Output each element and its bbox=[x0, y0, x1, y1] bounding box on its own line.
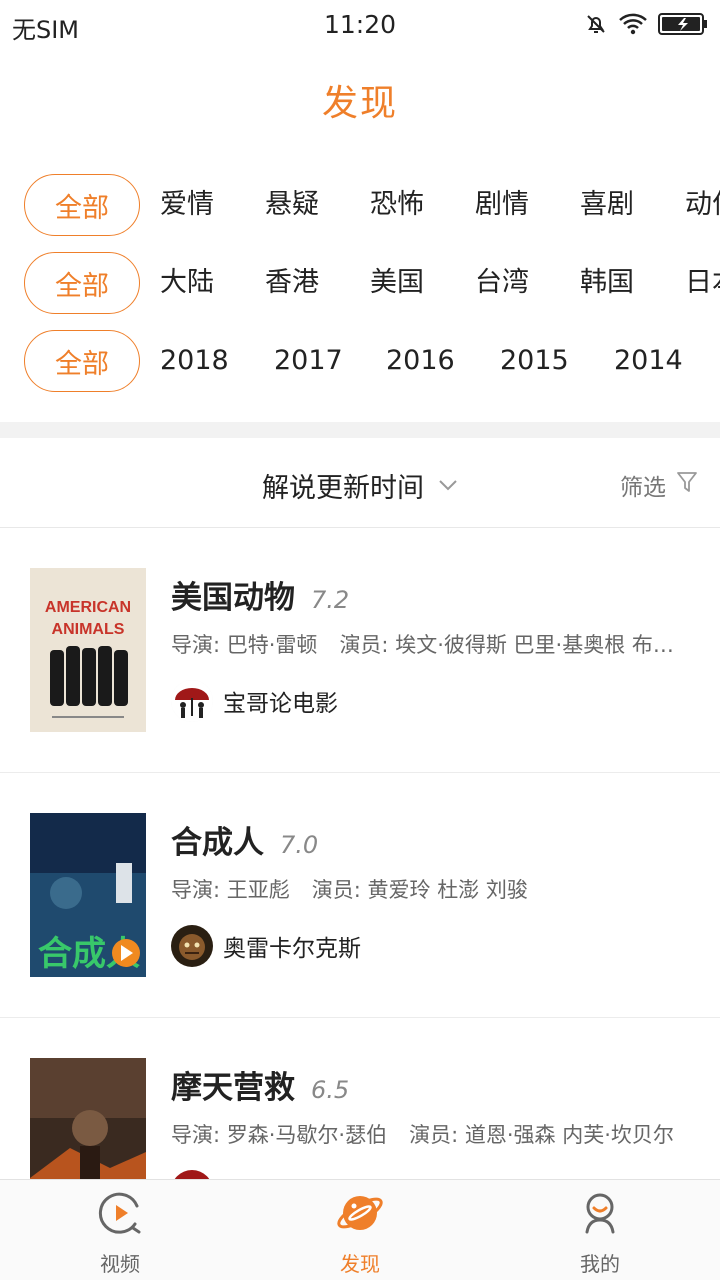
region-item[interactable]: 日本 bbox=[685, 252, 720, 314]
section-divider bbox=[0, 422, 720, 438]
funnel-icon bbox=[676, 471, 698, 499]
year-item[interactable]: 2018 bbox=[160, 330, 229, 392]
region-all-chip[interactable]: 全部 bbox=[24, 252, 140, 314]
genre-item[interactable]: 悬疑 bbox=[265, 174, 319, 236]
genre-item[interactable]: 喜剧 bbox=[580, 174, 634, 236]
genre-all-chip[interactable]: 全部 bbox=[24, 174, 140, 236]
status-bar: 无SIM 11:20 bbox=[0, 0, 720, 50]
sort-dropdown[interactable]: 解说更新时间 bbox=[262, 466, 458, 505]
movie-card[interactable]: 摩天营救 6.5 导演: 罗森·马歇尔·瑟伯 演员: 道恩·强森 内芙·坎贝尔 bbox=[0, 1018, 720, 1179]
poster-title-line2: ANIMALS bbox=[52, 621, 125, 638]
genre-item[interactable]: 动作 bbox=[685, 174, 720, 236]
movie-list: AMERICAN ANIMALS 美国动物 7.2 导演: 巴特·雷顿 演员: 埃文… bbox=[0, 528, 720, 1179]
movie-poster[interactable]: AMERICAN ANIMALS bbox=[30, 568, 146, 732]
video-play-icon bbox=[97, 1190, 143, 1236]
movie-poster[interactable] bbox=[30, 1058, 146, 1179]
nav-label: 视频 bbox=[100, 1252, 140, 1276]
region-item[interactable]: 香港 bbox=[265, 252, 319, 314]
movie-director: 导演: 巴特·雷顿 bbox=[171, 633, 318, 657]
movie-title-text: 合成人 bbox=[171, 825, 264, 861]
chevron-down-icon bbox=[438, 476, 458, 495]
uploader-name: 奥雷卡尔克斯 bbox=[223, 936, 361, 962]
movie-cast: 演员: 道恩·强森 内芙·坎贝尔 bbox=[409, 1123, 674, 1147]
genre-item[interactable]: 恐怖 bbox=[370, 174, 424, 236]
movie-director: 导演: 王亚彪 bbox=[171, 878, 290, 902]
year-item[interactable]: 2015 bbox=[500, 330, 569, 392]
nav-label: 我的 bbox=[580, 1252, 620, 1276]
year-item[interactable]: 2016 bbox=[386, 330, 455, 392]
genre-filter-row: 全部 爱情 悬疑 恐怖 剧情 喜剧 动作 bbox=[0, 174, 720, 238]
planet-icon bbox=[337, 1190, 383, 1236]
filter-button[interactable]: 筛选 bbox=[620, 468, 698, 502]
bottom-nav: 视频 发现 我的 bbox=[0, 1179, 720, 1280]
wifi-icon bbox=[618, 12, 648, 36]
mute-icon bbox=[584, 12, 608, 36]
region-item[interactable]: 韩国 bbox=[580, 252, 634, 314]
profile-icon bbox=[577, 1190, 623, 1236]
page-title: 发现 bbox=[321, 83, 398, 124]
movie-rating: 7.0 bbox=[280, 831, 319, 859]
movie-cast: 演员: 黄爱玲 杜澎 刘骏 bbox=[311, 878, 528, 902]
battery-charging-icon bbox=[658, 12, 708, 36]
movie-title-text: 美国动物 bbox=[171, 580, 295, 616]
region-filter-row: 全部 大陆 香港 美国 台湾 韩国 日本 bbox=[0, 252, 720, 316]
filter-label: 筛选 bbox=[620, 475, 666, 501]
nav-item-profile[interactable]: 我的 bbox=[480, 1180, 720, 1280]
region-item[interactable]: 台湾 bbox=[475, 252, 529, 314]
uploader[interactable]: 宝哥论电影 bbox=[171, 680, 338, 722]
uploader-name: 宝哥论电影 bbox=[223, 691, 338, 717]
uploader-avatar bbox=[171, 680, 213, 722]
movie-director: 导演: 罗森·马歇尔·瑟伯 bbox=[171, 1123, 388, 1147]
movie-credits: 导演: 罗森·马歇尔·瑟伯 演员: 道恩·强森 内芙·坎贝尔 bbox=[171, 1119, 691, 1149]
uploader-avatar bbox=[171, 925, 213, 967]
year-item[interactable]: 2017 bbox=[274, 330, 343, 392]
uploader-avatar bbox=[171, 1170, 213, 1179]
movie-title[interactable]: 合成人 7.0 bbox=[171, 817, 318, 862]
year-filter-row: 全部 2018 2017 2016 2015 2014 bbox=[0, 330, 720, 394]
uploader[interactable] bbox=[171, 1170, 213, 1179]
movie-poster[interactable]: 合成人 bbox=[30, 813, 146, 977]
year-item[interactable]: 2014 bbox=[614, 330, 683, 392]
movie-cast: 演员: 埃文·彼得斯 巴里·基奥根 布莱克·詹纳 bbox=[339, 633, 691, 657]
movie-title-text: 摩天营救 bbox=[171, 1070, 295, 1106]
region-item[interactable]: 大陆 bbox=[160, 252, 214, 314]
genre-item[interactable]: 剧情 bbox=[475, 174, 529, 236]
movie-rating: 6.5 bbox=[311, 1076, 350, 1104]
year-all-chip[interactable]: 全部 bbox=[24, 330, 140, 392]
movie-title[interactable]: 美国动物 7.2 bbox=[171, 572, 349, 617]
genre-item[interactable]: 爱情 bbox=[160, 174, 214, 236]
poster-title-line1: AMERICAN bbox=[45, 599, 131, 616]
nav-label: 发现 bbox=[340, 1252, 380, 1276]
status-icons bbox=[584, 12, 708, 36]
region-item[interactable]: 美国 bbox=[370, 252, 424, 314]
movie-credits: 导演: 巴特·雷顿演员: 埃文·彼得斯 巴里·基奥根 布莱克·詹纳 bbox=[171, 629, 691, 659]
movie-card[interactable]: AMERICAN ANIMALS 美国动物 7.2 导演: 巴特·雷顿 演员: 埃文… bbox=[0, 528, 720, 773]
movie-credits: 导演: 王亚彪 演员: 黄爱玲 杜澎 刘骏 bbox=[171, 874, 691, 904]
movie-rating: 7.2 bbox=[311, 586, 350, 614]
uploader[interactable]: 奥雷卡尔克斯 bbox=[171, 925, 361, 967]
sort-label: 解说更新时间 bbox=[262, 473, 424, 504]
movie-card[interactable]: 合成人 合成人 7.0 导演: 王亚彪 演员: 黄爱玲 杜澎 刘骏 奥雷卡尔克斯 bbox=[0, 773, 720, 1018]
nav-item-video[interactable]: 视频 bbox=[0, 1180, 240, 1280]
movie-title[interactable]: 摩天营救 6.5 bbox=[171, 1062, 349, 1107]
sort-bar: 解说更新时间 筛选 bbox=[0, 438, 720, 528]
nav-item-discover[interactable]: 发现 bbox=[240, 1180, 480, 1280]
